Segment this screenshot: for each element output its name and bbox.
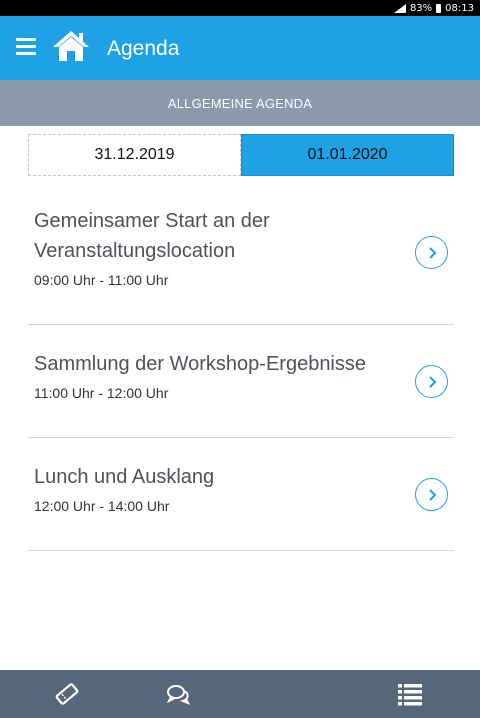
battery-icon	[436, 3, 442, 13]
agenda-item[interactable]: Gemeinsamer Start an der Veranstaltungsl…	[28, 188, 454, 325]
clock: 08:13	[445, 2, 474, 14]
battery-percent: 83%	[409, 2, 433, 14]
agenda-list: Gemeinsamer Start an der Veranstaltungsl…	[28, 188, 454, 551]
section-header: ALLGEMEINE AGENDA	[0, 80, 480, 126]
chat-bubbles-icon[interactable]	[166, 682, 192, 706]
page-title: Agenda	[107, 37, 180, 60]
home-icon[interactable]	[53, 30, 89, 62]
agenda-item[interactable]: Lunch und Ausklang 12:00 Uhr - 14:00 Uhr	[28, 438, 454, 551]
agenda-item-title: Lunch und Ausklang	[34, 466, 215, 488]
agenda-list-icon[interactable]	[397, 682, 423, 706]
signal-icon	[393, 3, 406, 13]
agenda-item-time: 09:00 Uhr - 11:00 Uhr	[34, 272, 169, 288]
chevron-right-icon[interactable]	[415, 365, 448, 398]
date-tab-2020-01-01[interactable]: 01.01.2020	[241, 134, 454, 176]
ticket-icon[interactable]	[54, 682, 80, 706]
date-tab-2019-12-31[interactable]: 31.12.2019	[28, 134, 241, 176]
agenda-item[interactable]: Sammlung der Workshop-Ergebnisse 11:00 U…	[28, 325, 454, 438]
chevron-right-icon[interactable]	[415, 478, 448, 511]
bottom-nav-bar	[0, 670, 480, 718]
chevron-right-icon[interactable]	[415, 236, 448, 269]
date-tabs: 31.12.2019 01.01.2020	[28, 134, 454, 176]
agenda-item-title: Sammlung der Workshop-Ergebnisse	[34, 353, 367, 375]
agenda-item-time: 11:00 Uhr - 12:00 Uhr	[34, 385, 169, 401]
agenda-item-time: 12:00 Uhr - 14:00 Uhr	[34, 498, 170, 514]
status-bar: 83% 08:13	[0, 0, 480, 16]
hamburger-menu-icon[interactable]	[16, 38, 36, 56]
app-bar: Agenda	[0, 16, 480, 80]
agenda-item-title: Gemeinsamer Start an der Veranstaltungsl…	[34, 210, 270, 262]
